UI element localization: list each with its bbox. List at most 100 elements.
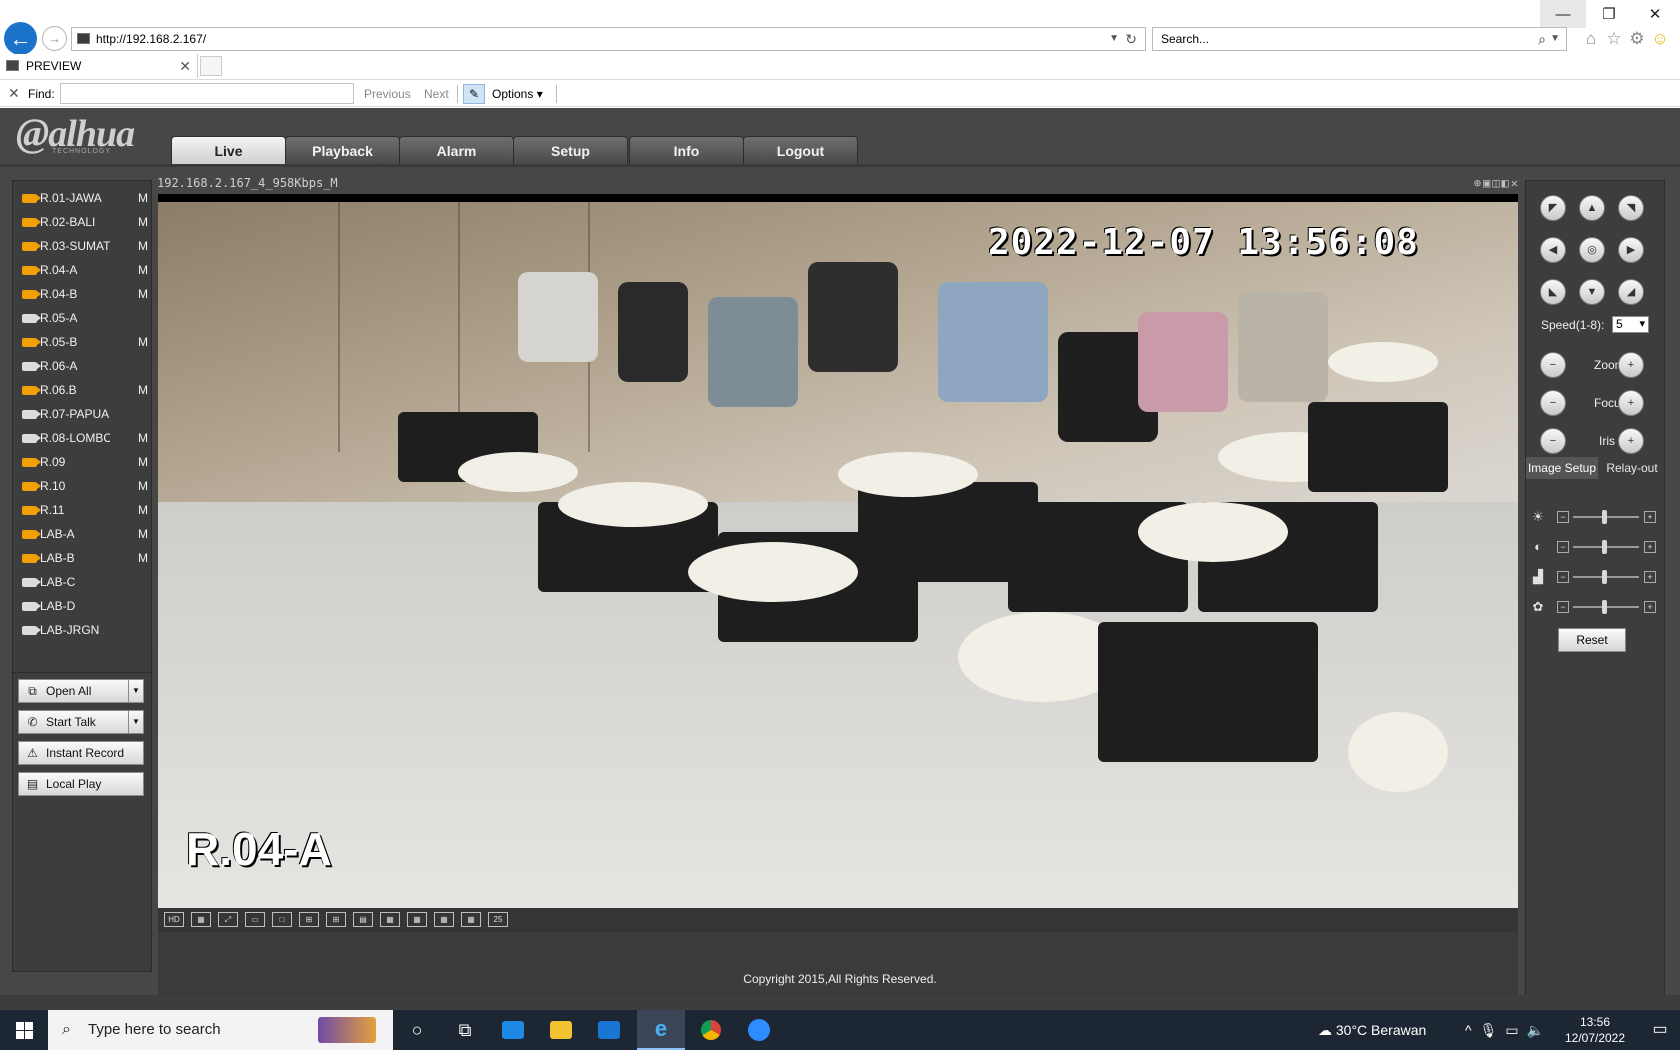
iris-open-button[interactable]: +	[1618, 428, 1644, 454]
channel-item[interactable]: R.06-A	[20, 355, 148, 377]
layout-25-button[interactable]: 25	[488, 912, 508, 927]
channel-stream-mark[interactable]: M	[138, 235, 148, 257]
microsoft-store-icon[interactable]	[489, 1010, 537, 1050]
layout-13-button[interactable]: ▦	[407, 912, 427, 927]
search-icon[interactable]: ⌕	[1538, 28, 1546, 50]
channel-stream-mark[interactable]: M	[138, 379, 148, 401]
new-tab-button[interactable]	[200, 56, 222, 76]
channel-stream-mark[interactable]: M	[138, 283, 148, 305]
cortana-icon[interactable]: ○	[393, 1010, 441, 1050]
chrome-icon[interactable]	[687, 1010, 735, 1050]
layout-20-button[interactable]: ▦	[461, 912, 481, 927]
layout-8-button[interactable]: ▤	[353, 912, 373, 927]
ptz-down-right-button[interactable]: ◢	[1618, 279, 1644, 305]
zoom-out-button[interactable]: −	[1540, 352, 1566, 378]
fullscreen-button[interactable]: ⤢	[218, 912, 238, 927]
channel-stream-mark[interactable]: M	[138, 499, 148, 521]
close-tab-icon[interactable]: ✕	[179, 54, 191, 78]
channel-stream-mark[interactable]: M	[138, 259, 148, 281]
layout-9-button[interactable]: ▦	[380, 912, 400, 927]
channel-item[interactable]: LAB-D	[20, 595, 148, 617]
file-explorer-icon[interactable]	[537, 1010, 585, 1050]
channel-item[interactable]: R.04-A M	[20, 259, 148, 281]
hd-toggle-button[interactable]: HD	[164, 912, 184, 927]
nav-tab-setup[interactable]: Setup	[513, 136, 628, 164]
channel-item[interactable]: R.07-PAPUA	[20, 403, 148, 425]
browser-search-box[interactable]: Search... ⌕ ▼	[1152, 27, 1567, 51]
home-icon[interactable]: ⌂	[1580, 28, 1602, 50]
contrast-decrease-button[interactable]: −	[1557, 541, 1569, 553]
channel-item[interactable]: R.05-A	[20, 307, 148, 329]
channel-item[interactable]: R.08-LOMBOK M	[20, 427, 148, 449]
open-all-dropdown[interactable]: ▼	[128, 680, 143, 702]
ptz-auto-scan-button[interactable]: ◎	[1579, 237, 1605, 263]
instant-record-button[interactable]: ⚠ Instant Record	[18, 741, 144, 765]
hue-increase-button[interactable]: +	[1644, 601, 1656, 613]
mail-icon[interactable]	[585, 1010, 633, 1050]
nav-tab-alarm[interactable]: Alarm	[399, 136, 514, 164]
clock[interactable]: 13:56 12/07/2022	[1560, 1014, 1630, 1046]
volume-icon[interactable]: 🔈	[1527, 1022, 1552, 1038]
channel-stream-mark[interactable]: M	[138, 547, 148, 569]
saturation-decrease-button[interactable]: −	[1557, 571, 1569, 583]
nav-tab-playback[interactable]: Playback	[285, 136, 400, 164]
zoom-icon[interactable]	[735, 1010, 783, 1050]
layout-6-button[interactable]: ⊞	[326, 912, 346, 927]
nav-tab-live[interactable]: Live	[171, 136, 286, 164]
resolution-button[interactable]: ▦	[191, 912, 211, 927]
address-dropdown-icon[interactable]: ▼	[1109, 28, 1119, 50]
channel-item[interactable]: R.11 M	[20, 499, 148, 521]
close-window-button[interactable]: ✕	[1632, 0, 1678, 28]
slider-knob[interactable]	[1602, 510, 1607, 524]
tab-relay-out[interactable]: Relay-out	[1599, 457, 1665, 479]
channel-stream-mark[interactable]: M	[138, 427, 148, 449]
channel-stream-mark[interactable]: M	[138, 211, 148, 233]
saturation-slider[interactable]: ▟ − +	[1530, 569, 1660, 585]
ptz-down-left-button[interactable]: ◣	[1540, 279, 1566, 305]
brightness-decrease-button[interactable]: −	[1557, 511, 1569, 523]
layout-4-button[interactable]: ⊞	[299, 912, 319, 927]
notification-center-icon[interactable]: ▭	[1640, 1010, 1680, 1050]
browser-tab[interactable]: PREVIEW ✕	[0, 54, 198, 78]
weather-widget[interactable]: ☁ 30°C Berawan	[1318, 1010, 1426, 1050]
network-icon[interactable]: ▭	[1505, 1022, 1526, 1038]
layout-stretch-button[interactable]: ▭	[245, 912, 265, 927]
slider-knob[interactable]	[1602, 540, 1607, 554]
find-input[interactable]	[60, 83, 354, 104]
nav-tab-info[interactable]: Info	[629, 136, 744, 164]
refresh-icon[interactable]: ↻	[1125, 28, 1137, 50]
minimize-button[interactable]: —	[1540, 0, 1586, 28]
tab-image-setup[interactable]: Image Setup	[1526, 457, 1598, 479]
internet-explorer-icon[interactable]: e	[637, 1010, 685, 1050]
task-view-icon[interactable]: ⧉	[441, 1010, 489, 1050]
back-button[interactable]: ←	[4, 22, 37, 55]
channel-item[interactable]: LAB-C	[20, 571, 148, 593]
contrast-increase-button[interactable]: +	[1644, 541, 1656, 553]
channel-stream-mark[interactable]: M	[138, 331, 148, 353]
live-video[interactable]: 2022-12-07 13:56:08 R.04-A HD ▦ ⤢ ▭ □ ⊞ …	[158, 194, 1518, 1010]
channel-item[interactable]: LAB-B M	[20, 547, 148, 569]
channel-item[interactable]: R.05-B M	[20, 331, 148, 353]
channel-stream-mark[interactable]: M	[138, 523, 148, 545]
channel-item[interactable]: R.06.B M	[20, 379, 148, 401]
restore-button[interactable]: ❐	[1586, 0, 1632, 28]
layout-16-button[interactable]: ▦	[434, 912, 454, 927]
start-talk-dropdown[interactable]: ▼	[128, 711, 143, 733]
channel-item[interactable]: LAB-JRGN	[20, 619, 148, 641]
slider-knob[interactable]	[1602, 570, 1607, 584]
settings-gear-icon[interactable]: ⚙	[1626, 28, 1648, 50]
ptz-down-button[interactable]: ▼	[1579, 279, 1605, 305]
show-hidden-icons-chevron-icon[interactable]: ^	[1465, 1022, 1480, 1038]
search-dropdown-icon[interactable]: ▼	[1550, 28, 1560, 50]
favorites-star-icon[interactable]: ☆	[1603, 28, 1625, 50]
find-previous-button[interactable]: Previous	[364, 87, 411, 101]
zoom-in-button[interactable]: +	[1618, 352, 1644, 378]
channel-item[interactable]: R.04-B M	[20, 283, 148, 305]
brightness-slider[interactable]: ☀ − +	[1530, 509, 1660, 525]
channel-item[interactable]: R.02-BALI M	[20, 211, 148, 233]
ptz-up-left-button[interactable]: ◤	[1540, 195, 1566, 221]
highlight-pen-icon[interactable]: ✎	[463, 84, 485, 104]
channel-item[interactable]: R.03-SUMATERA M	[20, 235, 148, 257]
channel-item[interactable]: R.10 M	[20, 475, 148, 497]
nav-tab-logout[interactable]: Logout	[743, 136, 858, 164]
